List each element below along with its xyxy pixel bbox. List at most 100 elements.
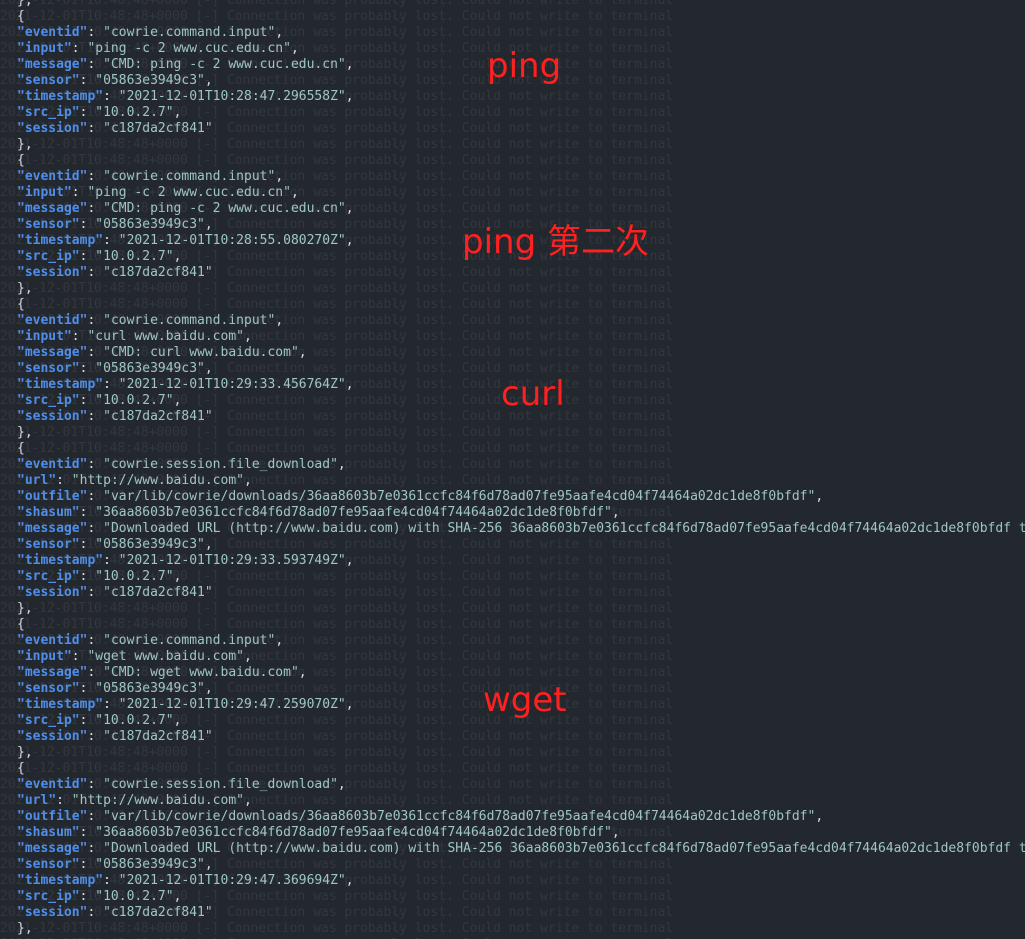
json-value: 2021-12-01T10:28:47.296558Z — [126, 89, 338, 104]
json-value: Downloaded URL (http://www.baidu.com) wi… — [110, 521, 1025, 536]
json-key: eventid — [24, 777, 80, 792]
json-value: 2021-12-01T10:29:47.369694Z — [126, 873, 338, 888]
json-key: input — [24, 41, 64, 56]
json-key: timestamp — [24, 873, 96, 888]
json-key: sensor — [24, 361, 72, 376]
json-key: message — [24, 345, 80, 360]
json-log-output: },{"eventid": "cowrie.command.input", "in… — [0, 0, 1025, 937]
json-field-eventid: "eventid": "cowrie.session.file_download… — [17, 457, 346, 472]
json-value: cowrie.command.input — [110, 633, 268, 648]
json-field-eventid: "eventid": "cowrie.command.input", — [17, 169, 284, 184]
json-key: timestamp — [24, 697, 96, 712]
json-key: eventid — [24, 25, 80, 40]
json-value: Downloaded URL (http://www.baidu.com) wi… — [110, 841, 1025, 856]
json-key: src_ip — [24, 249, 72, 264]
json-key: sensor — [24, 73, 72, 88]
json-value: cowrie.command.input — [110, 313, 268, 328]
json-field-eventid: "eventid": "cowrie.session.file_download… — [17, 777, 346, 792]
json-field-session: "session": "c187da2cf841" — [17, 729, 213, 744]
record-close-brace: }, — [17, 921, 33, 936]
json-key: eventid — [24, 313, 80, 328]
json-field-src_ip: "src_ip": "10.0.2.7", — [17, 889, 182, 904]
json-field-eventid: "eventid": "cowrie.command.input", — [17, 633, 284, 648]
json-value: http://www.baidu.com — [79, 473, 237, 488]
annotation-ping: ping — [487, 46, 562, 86]
json-value: c187da2cf841 — [110, 409, 205, 424]
json-value: cowrie.command.input — [110, 169, 268, 184]
json-value: c187da2cf841 — [110, 121, 205, 136]
json-key: eventid — [24, 169, 80, 184]
record-close-brace: }, — [17, 745, 33, 760]
json-value: cowrie.session.file_download — [110, 777, 331, 792]
json-key: outfile — [24, 489, 80, 504]
json-field-timestamp: "timestamp": "2021-12-01T10:28:47.296558… — [17, 89, 354, 104]
json-key: input — [24, 329, 64, 344]
json-field-message: "message": "CMD: wget www.baidu.com", — [17, 665, 307, 680]
json-field-eventid: "eventid": "cowrie.command.input", — [17, 25, 284, 40]
json-key: message — [24, 57, 80, 72]
json-value: 05863e3949c3 — [103, 73, 198, 88]
record-close-brace: }, — [17, 425, 33, 440]
json-value: 36aa8603b7e0361ccfc84f6d78ad07fe95aafe4c… — [103, 825, 605, 840]
json-key: src_ip — [24, 393, 72, 408]
json-value: 10.0.2.7 — [103, 569, 166, 584]
json-key: shasum — [24, 825, 72, 840]
json-field-shasum: "shasum": "36aa8603b7e0361ccfc84f6d78ad0… — [17, 825, 620, 840]
record-close-brace: }, — [17, 601, 33, 616]
json-field-input: "input": "ping -c 2 www.cuc.edu.cn", — [17, 185, 299, 200]
json-field-sensor: "sensor": "05863e3949c3", — [17, 857, 213, 872]
json-key: src_ip — [24, 713, 72, 728]
json-key: sensor — [24, 537, 72, 552]
json-field-input: "input": "curl www.baidu.com", — [17, 329, 252, 344]
json-field-message: "message": "CMD: ping -c 2 www.cuc.edu.c… — [17, 201, 354, 216]
json-key: url — [24, 793, 49, 808]
json-value: 10.0.2.7 — [103, 249, 166, 264]
json-key: session — [24, 729, 80, 744]
json-key: message — [24, 841, 80, 856]
json-value: CMD: curl www.baidu.com — [110, 345, 291, 360]
json-value: c187da2cf841 — [110, 905, 205, 920]
json-key: session — [24, 121, 80, 136]
json-value: curl www.baidu.com — [95, 329, 237, 344]
json-field-message: "message": "Downloaded URL (http://www.b… — [0, 841, 1025, 857]
json-field-message: "message": "Downloaded URL (http://www.b… — [0, 521, 1025, 537]
json-key: message — [24, 521, 80, 536]
json-value: CMD: ping -c 2 www.cuc.edu.cn — [110, 201, 338, 216]
json-value: 10.0.2.7 — [103, 105, 166, 120]
json-value: 05863e3949c3 — [103, 537, 198, 552]
json-value: CMD: ping -c 2 www.cuc.edu.cn — [110, 57, 338, 72]
json-key: session — [24, 409, 80, 424]
json-key: message — [24, 665, 80, 680]
json-field-timestamp: "timestamp": "2021-12-01T10:29:47.369694… — [17, 873, 354, 888]
json-key: src_ip — [24, 105, 72, 120]
json-key: eventid — [24, 457, 80, 472]
record-open-brace: { — [17, 9, 25, 24]
json-value: CMD: wget www.baidu.com — [110, 665, 291, 680]
json-field-url: "url": "http://www.baidu.com", — [17, 473, 252, 488]
json-key: timestamp — [24, 377, 96, 392]
record-close-brace: }, — [17, 0, 33, 8]
json-value: http://www.baidu.com — [79, 793, 237, 808]
record-open-brace: { — [17, 441, 25, 456]
json-field-session: "session": "c187da2cf841" — [17, 265, 213, 280]
json-field-input: "input": "wget www.baidu.com", — [17, 649, 252, 664]
json-value: 05863e3949c3 — [103, 217, 198, 232]
json-field-timestamp: "timestamp": "2021-12-01T10:29:33.593749… — [17, 553, 354, 568]
record-close-brace: }, — [17, 137, 33, 152]
json-value: var/lib/cowrie/downloads/36aa8603b7e0361… — [110, 809, 808, 824]
json-value: var/lib/cowrie/downloads/36aa8603b7e0361… — [110, 489, 808, 504]
json-value: 10.0.2.7 — [103, 393, 166, 408]
json-key: eventid — [24, 633, 80, 648]
json-value: 05863e3949c3 — [103, 361, 198, 376]
annotation-curl: curl — [501, 374, 565, 414]
annotation-wget: wget — [483, 680, 567, 720]
json-field-src_ip: "src_ip": "10.0.2.7", — [17, 105, 182, 120]
terminal-window[interactable]: 2021-12-01T10:48:48+0000 [-] Connection … — [0, 0, 1025, 939]
json-key: sensor — [24, 217, 72, 232]
json-value: c187da2cf841 — [110, 265, 205, 280]
json-field-shasum: "shasum": "36aa8603b7e0361ccfc84f6d78ad0… — [17, 505, 620, 520]
json-key: src_ip — [24, 889, 72, 904]
json-key: url — [24, 473, 49, 488]
json-field-outfile: "outfile": "var/lib/cowrie/downloads/36a… — [17, 489, 824, 504]
record-open-brace: { — [17, 617, 25, 632]
